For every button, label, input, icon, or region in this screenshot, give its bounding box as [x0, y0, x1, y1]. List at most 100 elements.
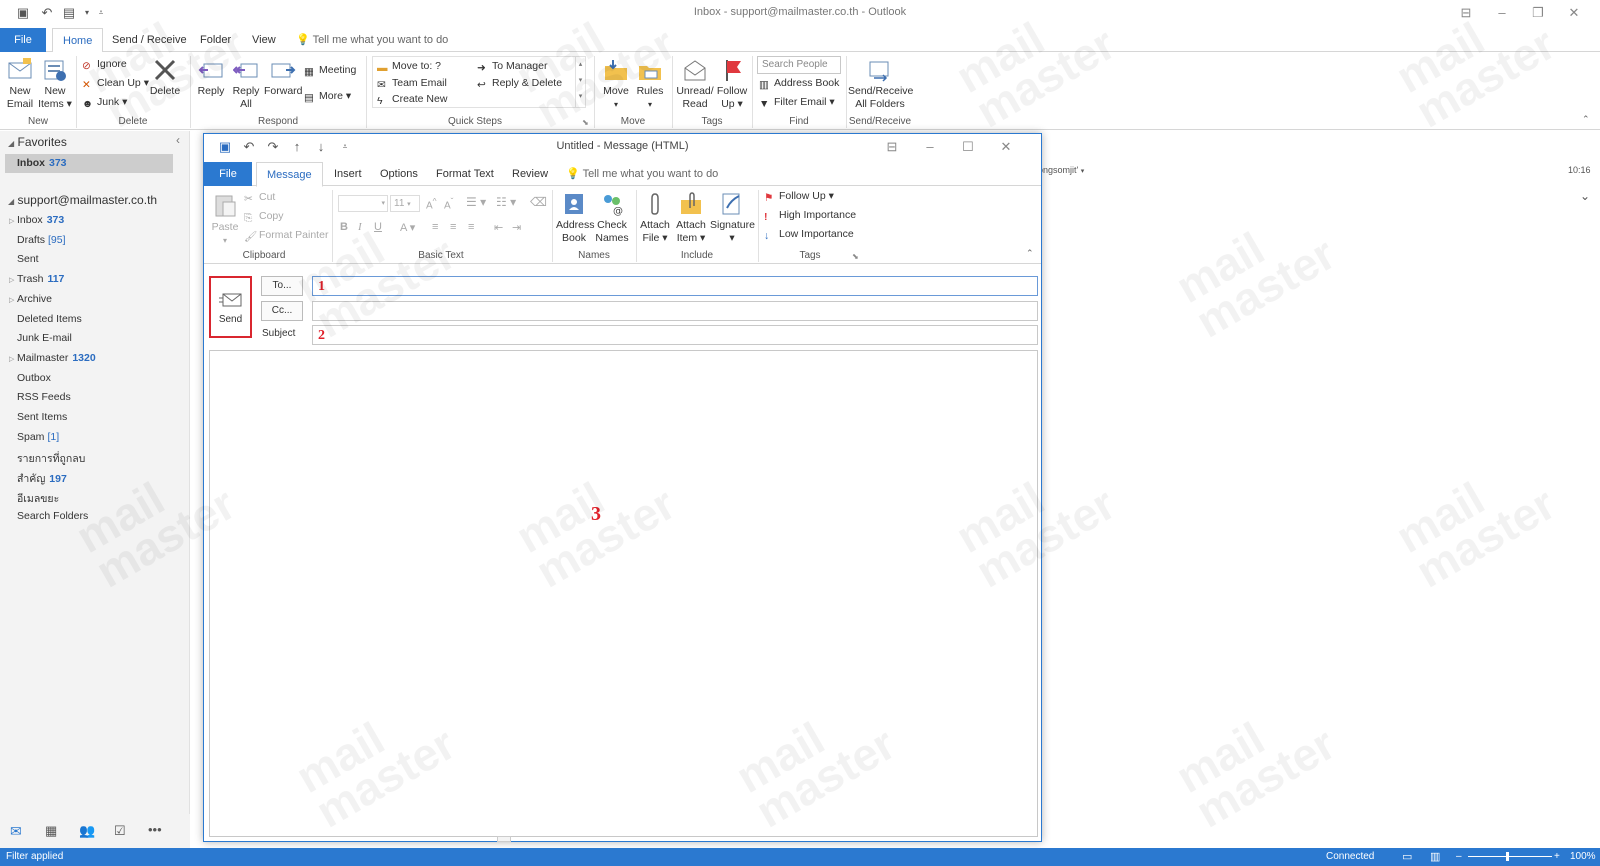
- folder-item[interactable]: Archive: [17, 293, 52, 305]
- folder-item[interactable]: Sent: [17, 253, 39, 265]
- new-email-button[interactable]: New Email: [4, 58, 36, 111]
- reply-button[interactable]: Reply: [195, 58, 227, 98]
- ribbon-display-icon[interactable]: ⊟: [874, 134, 910, 160]
- to-field[interactable]: [312, 276, 1038, 296]
- tab-file[interactable]: File: [204, 162, 252, 186]
- ribbon-display-icon[interactable]: ⊟: [1448, 0, 1484, 26]
- tab-home[interactable]: Home: [52, 28, 104, 53]
- calendar-icon[interactable]: ▦: [45, 823, 57, 839]
- favorites-header[interactable]: ◢ Favorites: [8, 135, 67, 149]
- align-center-icon[interactable]: ≡: [450, 221, 456, 233]
- expand-triangle-icon[interactable]: ▷: [9, 296, 14, 304]
- close-button[interactable]: ✕: [988, 134, 1024, 160]
- tab-review[interactable]: Review: [502, 162, 558, 186]
- folder-item[interactable]: Outbox: [17, 372, 51, 384]
- increase-indent-icon[interactable]: ⇥: [512, 221, 521, 234]
- folder-item[interactable]: Inbox 373: [17, 214, 64, 226]
- folder-item[interactable]: Drafts [95]: [17, 234, 66, 246]
- more-apps-icon[interactable]: •••: [148, 822, 162, 837]
- folder-item[interactable]: Trash 117: [17, 273, 64, 285]
- tab-view[interactable]: View: [242, 28, 286, 52]
- zoom-in-icon[interactable]: +: [1554, 848, 1560, 866]
- collapse-ribbon-icon[interactable]: ⌃: [1582, 114, 1590, 125]
- clear-formatting-icon[interactable]: ⌫: [530, 195, 547, 209]
- align-left-icon[interactable]: ≡: [432, 221, 438, 233]
- tab-format-text[interactable]: Format Text: [426, 162, 504, 186]
- align-right-icon[interactable]: ≡: [468, 221, 474, 233]
- cc-field[interactable]: [312, 301, 1038, 321]
- dialog-launcher-icon[interactable]: ⬊: [582, 118, 589, 127]
- italic-icon[interactable]: I: [358, 221, 362, 233]
- folder-item[interactable]: Mailmaster 1320: [17, 352, 96, 364]
- junk-button[interactable]: ☻ Junk ▾: [82, 94, 127, 110]
- expand-header-icon[interactable]: ⌄: [1580, 189, 1590, 203]
- bullets-icon[interactable]: ☰ ▾: [466, 195, 486, 209]
- delete-button[interactable]: Delete: [148, 58, 182, 98]
- tab-send-receive[interactable]: Send / Receive: [102, 28, 197, 52]
- cc-button[interactable]: Cc...: [261, 301, 303, 321]
- decrease-indent-icon[interactable]: ⇤: [494, 221, 503, 234]
- address-book-button[interactable]: Address Book: [556, 192, 595, 245]
- message-body-editor[interactable]: 3: [209, 350, 1038, 837]
- collapse-ribbon-icon[interactable]: ⌃: [1026, 248, 1034, 259]
- more-respond-button[interactable]: ▤ More ▾: [304, 88, 351, 104]
- folder-item[interactable]: Sent Items: [17, 411, 67, 423]
- maximize-button[interactable]: ☐: [950, 134, 986, 160]
- tell-me-search[interactable]: 💡 Tell me what you want to do: [286, 28, 458, 52]
- numbering-icon[interactable]: ☷ ▾: [496, 195, 516, 209]
- folder-item[interactable]: อีเมลขยะ: [17, 490, 59, 507]
- shrink-font-icon[interactable]: Aˇ: [444, 196, 453, 211]
- filter-email-button[interactable]: ▼ Filter Email ▾: [759, 94, 835, 110]
- font-size-dropdown[interactable]: 11 ▾: [390, 195, 420, 212]
- bold-icon[interactable]: B: [340, 221, 348, 233]
- quick-step-to-manager[interactable]: ➜ To Manager: [477, 58, 547, 74]
- restore-button[interactable]: ❐: [1520, 0, 1556, 26]
- signature-button[interactable]: Signature ▾: [710, 192, 755, 245]
- follow-up-button[interactable]: ⚑ Follow Up ▾: [764, 188, 834, 204]
- folder-item[interactable]: Junk E-mail: [17, 332, 72, 344]
- send-receive-all-button[interactable]: Send/Receive All Folders: [848, 58, 913, 111]
- unread-read-button[interactable]: Unread/Read: [676, 58, 714, 111]
- folder-item[interactable]: RSS Feeds: [17, 391, 71, 403]
- grow-font-icon[interactable]: A^: [426, 196, 437, 211]
- tasks-icon[interactable]: ☑: [114, 823, 126, 839]
- account-header[interactable]: ◢ support@mailmaster.co.th: [8, 193, 157, 207]
- favorite-inbox-item[interactable]: Inbox 373: [5, 154, 173, 173]
- send-button[interactable]: Send: [209, 276, 252, 338]
- low-importance-button[interactable]: ↓ Low Importance: [764, 226, 854, 242]
- tab-insert[interactable]: Insert: [324, 162, 372, 186]
- zoom-slider[interactable]: [1468, 856, 1552, 857]
- tell-me-search[interactable]: 💡 Tell me what you want to do: [556, 162, 728, 186]
- clean-up-button[interactable]: ✕ Clean Up ▾: [82, 75, 149, 91]
- rules-button[interactable]: Rules ▾: [634, 58, 666, 111]
- copy-button[interactable]: ⎘ Copy: [244, 208, 284, 224]
- quick-step-create-new[interactable]: ϟ Create New: [377, 91, 447, 107]
- forward-button[interactable]: Forward: [264, 58, 303, 98]
- address-book-button[interactable]: ▥ Address Book: [759, 75, 839, 91]
- close-button[interactable]: ✕: [1556, 0, 1592, 26]
- normal-view-icon[interactable]: ▭: [1402, 848, 1412, 866]
- folder-item[interactable]: Search Folders: [17, 510, 88, 522]
- tab-file[interactable]: File: [0, 28, 46, 52]
- resize-grip[interactable]: [497, 836, 511, 842]
- font-name-dropdown[interactable]: ▾: [338, 195, 388, 212]
- high-importance-button[interactable]: ! High Importance: [764, 207, 856, 223]
- quick-step-team-email[interactable]: ✉ Team Email: [377, 75, 447, 91]
- search-people-input[interactable]: Search People: [757, 56, 841, 74]
- folder-item[interactable]: สำคัญ 197: [17, 470, 67, 487]
- cut-button[interactable]: ✂ Cut: [244, 189, 275, 205]
- underline-icon[interactable]: U: [374, 221, 382, 233]
- meeting-button[interactable]: ▦ Meeting: [304, 62, 356, 78]
- format-painter-button[interactable]: 🖌 Format Painter: [244, 227, 328, 243]
- expand-triangle-icon[interactable]: ▷: [9, 276, 14, 284]
- dialog-launcher-icon[interactable]: ⬊: [852, 252, 859, 261]
- to-button[interactable]: To...: [261, 276, 303, 296]
- minimize-button[interactable]: –: [1484, 0, 1520, 26]
- new-items-button[interactable]: New Items ▾: [38, 58, 72, 111]
- tab-options[interactable]: Options: [370, 162, 428, 186]
- reading-view-icon[interactable]: ▥: [1430, 848, 1440, 866]
- tab-message[interactable]: Message: [256, 162, 323, 187]
- quick-step-reply-delete[interactable]: ↩ Reply & Delete: [477, 75, 562, 91]
- folder-item[interactable]: Spam [1]: [17, 431, 59, 443]
- font-color-icon[interactable]: A ▾: [400, 221, 415, 234]
